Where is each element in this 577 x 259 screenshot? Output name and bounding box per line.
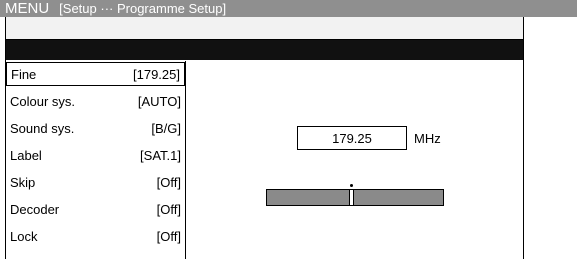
setting-row-label[interactable]: Label [SAT.1] bbox=[6, 143, 185, 167]
setting-value: [Off] bbox=[156, 201, 181, 217]
setting-row-sound-sys[interactable]: Sound sys. [B/G] bbox=[6, 116, 185, 140]
tuning-bar[interactable] bbox=[266, 189, 444, 206]
setting-value: [Off] bbox=[156, 228, 181, 244]
tuning-cursor[interactable] bbox=[349, 189, 355, 206]
setting-value: [AUTO] bbox=[137, 93, 181, 109]
panel-header-bar bbox=[6, 40, 523, 60]
breadcrumb: [Setup ··· Programme Setup] bbox=[59, 1, 227, 16]
setting-row-lock[interactable]: Lock [Off] bbox=[6, 224, 185, 248]
setting-label: Lock bbox=[10, 228, 38, 244]
setting-value: [Off] bbox=[156, 174, 181, 190]
setting-value: [SAT.1] bbox=[140, 147, 181, 163]
setting-label: Sound sys. bbox=[10, 120, 75, 136]
frequency-unit: MHz bbox=[414, 130, 441, 146]
setting-value: [B/G] bbox=[151, 120, 181, 136]
setting-label: Label bbox=[10, 147, 42, 163]
setting-row-skip[interactable]: Skip [Off] bbox=[6, 170, 185, 194]
title-bar: MENU [Setup ··· Programme Setup] bbox=[0, 0, 577, 17]
setting-label: Colour sys. bbox=[10, 93, 76, 109]
setting-value: [179.25] bbox=[133, 66, 180, 82]
panel-header-top bbox=[6, 17, 523, 40]
setting-row-decoder[interactable]: Decoder [Off] bbox=[6, 197, 185, 221]
frequency-display: 179.25 bbox=[297, 126, 407, 150]
setting-label: Skip bbox=[10, 174, 36, 190]
setting-label: Decoder bbox=[10, 201, 60, 217]
setting-row-colour-sys[interactable]: Colour sys. [AUTO] bbox=[6, 89, 185, 113]
settings-list: Fine [179.25] Colour sys. [AUTO] Sound s… bbox=[6, 61, 186, 259]
programme-setup-panel: Fine [179.25] Colour sys. [AUTO] Sound s… bbox=[5, 17, 524, 259]
setting-label: Fine bbox=[11, 66, 37, 82]
menu-title: MENU bbox=[5, 0, 50, 17]
setting-row-fine[interactable]: Fine [179.25] bbox=[6, 62, 185, 86]
